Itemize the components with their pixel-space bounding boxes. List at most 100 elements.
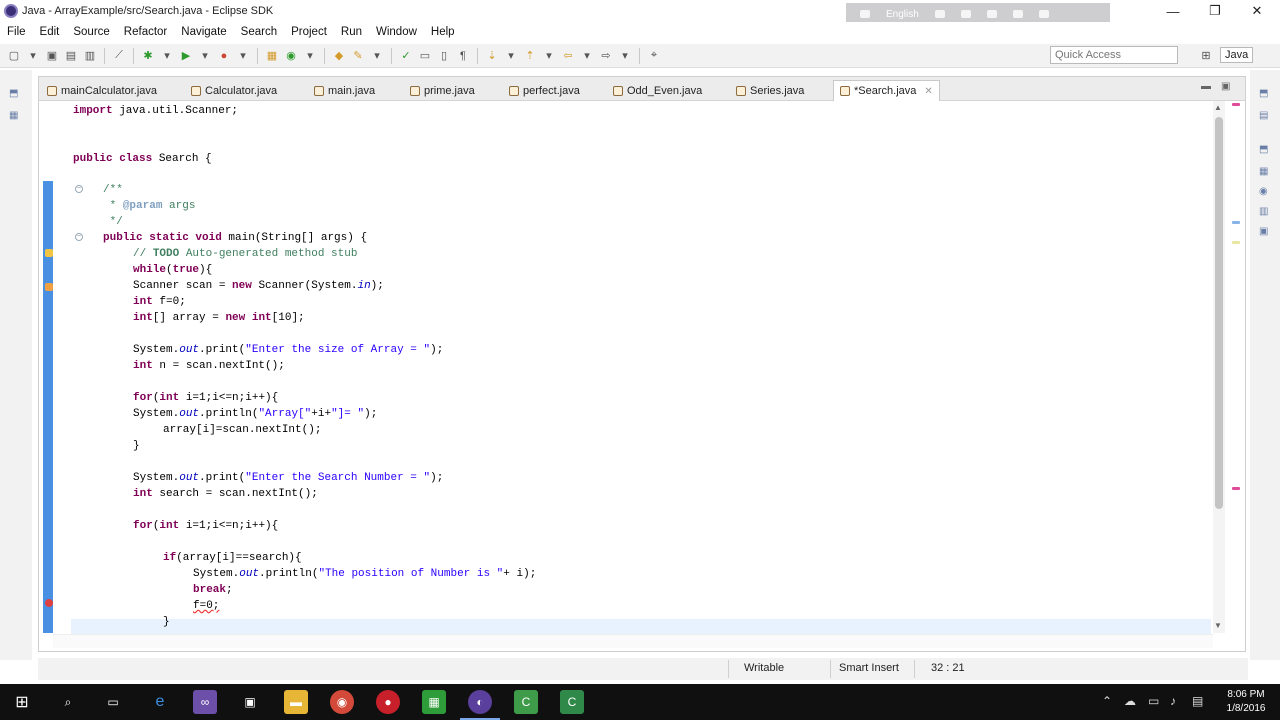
vertical-scrollbar[interactable]: ▲ ▼: [1213, 101, 1225, 633]
edge-icon[interactable]: e: [148, 690, 172, 714]
package-explorer-icon[interactable]: ▦: [9, 110, 21, 121]
fold-collapse-icon[interactable]: −: [75, 233, 83, 241]
tab-prime[interactable]: prime.java: [410, 82, 475, 100]
media-player-icon[interactable]: ●: [376, 690, 400, 714]
new-class-icon[interactable]: ◉: [283, 48, 299, 64]
menu-edit[interactable]: Edit: [33, 26, 67, 38]
fold-collapse-icon[interactable]: −: [75, 185, 83, 193]
search-icon[interactable]: ⌕: [56, 690, 80, 714]
horizontal-scrollbar[interactable]: [53, 634, 1213, 648]
restore-icon[interactable]: ⬒: [1259, 88, 1271, 99]
dropdown-icon[interactable]: ▾: [302, 48, 318, 64]
outline-icon[interactable]: ▦: [1259, 166, 1271, 177]
overview-marker[interactable]: [1232, 241, 1240, 244]
open-perspective-icon[interactable]: ⊞: [1198, 47, 1214, 63]
minimize-button[interactable]: —: [1150, 0, 1196, 22]
recorder-icon[interactable]: C: [560, 690, 584, 714]
store-icon[interactable]: ▣: [238, 690, 262, 714]
console-icon[interactable]: ▣: [1259, 226, 1271, 237]
menu-source[interactable]: Source: [66, 26, 116, 38]
camtasia-icon[interactable]: C: [514, 690, 538, 714]
debug-icon[interactable]: ✱: [140, 48, 156, 64]
dropdown-icon[interactable]: ▾: [235, 48, 251, 64]
menu-window[interactable]: Window: [369, 26, 424, 38]
print-icon[interactable]: ▥: [82, 48, 98, 64]
annotation-icon[interactable]: ▭: [417, 48, 433, 64]
forward-icon[interactable]: ⇨: [598, 48, 614, 64]
visual-studio-icon[interactable]: ∞: [193, 690, 217, 714]
search-tool-icon[interactable]: ✎: [350, 48, 366, 64]
code-area[interactable]: − − import java.util.Scanner; public cla…: [53, 101, 1213, 635]
overview-marker[interactable]: [1232, 221, 1240, 224]
quick-access-input[interactable]: Quick Access: [1050, 46, 1178, 64]
close-tab-icon[interactable]: ✕: [924, 86, 932, 97]
maximize-button[interactable]: ❐: [1192, 0, 1238, 22]
close-window-button[interactable]: ✕: [1234, 0, 1280, 22]
dropdown-icon[interactable]: ▾: [159, 48, 175, 64]
scroll-down-icon[interactable]: ▼: [1214, 621, 1222, 630]
warning-marker-icon[interactable]: [45, 283, 53, 291]
next-annotation-icon[interactable]: ⇣: [484, 48, 500, 64]
warning-marker-icon[interactable]: [45, 249, 53, 257]
back-icon[interactable]: ⇦: [560, 48, 576, 64]
task-view-icon[interactable]: ▭: [101, 690, 125, 714]
menu-search[interactable]: Search: [234, 26, 284, 38]
maximize-editor-icon[interactable]: ▣: [1221, 81, 1230, 92]
dropdown-icon[interactable]: ▾: [503, 48, 519, 64]
error-overview-marker[interactable]: [1232, 103, 1240, 106]
dropdown-icon[interactable]: ▾: [617, 48, 633, 64]
system-clock[interactable]: 8:06 PM 1/8/2016: [1218, 688, 1274, 716]
restore-icon[interactable]: ⬒: [1259, 144, 1271, 155]
error-marker-icon[interactable]: [45, 599, 53, 607]
dropdown-icon[interactable]: ▾: [579, 48, 595, 64]
menu-run[interactable]: Run: [334, 26, 369, 38]
dropdown-icon[interactable]: ▾: [197, 48, 213, 64]
scrollbar-thumb[interactable]: [1215, 117, 1223, 509]
javadoc-icon[interactable]: ▥: [1259, 206, 1271, 217]
run-icon[interactable]: ▶: [178, 48, 194, 64]
problems-icon[interactable]: ◉: [1259, 186, 1271, 197]
skip-breakpoints-icon[interactable]: ⟋: [111, 48, 127, 64]
save-all-icon[interactable]: ▤: [63, 48, 79, 64]
menu-help[interactable]: Help: [424, 26, 462, 38]
error-overview-marker[interactable]: [1232, 487, 1240, 490]
network-icon[interactable]: ☁: [1124, 694, 1136, 708]
tab-perfect[interactable]: perfect.java: [509, 82, 580, 100]
save-icon[interactable]: ▣: [44, 48, 60, 64]
pin-editor-icon[interactable]: ⌖: [646, 48, 662, 64]
message-icon[interactable]: ▭: [1148, 694, 1159, 708]
new-icon[interactable]: ▢: [6, 48, 22, 64]
toggle-mark-icon[interactable]: ✓: [398, 48, 414, 64]
tab-calculator[interactable]: Calculator.java: [191, 82, 277, 100]
scroll-up-icon[interactable]: ▲: [1214, 103, 1222, 112]
tab-main[interactable]: main.java: [314, 82, 375, 100]
dropdown-icon[interactable]: ▾: [25, 48, 41, 64]
menu-project[interactable]: Project: [284, 26, 334, 38]
chrome-icon[interactable]: ◉: [330, 690, 354, 714]
tab-search[interactable]: *Search.java ✕: [833, 80, 940, 101]
volume-icon[interactable]: ♪: [1170, 694, 1176, 708]
dropdown-icon[interactable]: ▾: [541, 48, 557, 64]
new-java-project-icon[interactable]: ▦: [264, 48, 280, 64]
minimize-editor-icon[interactable]: ▬: [1201, 81, 1211, 92]
eclipse-taskbar-icon[interactable]: ◐: [460, 690, 500, 720]
block-select-icon[interactable]: ▯: [436, 48, 452, 64]
tab-series[interactable]: Series.java: [736, 82, 804, 100]
tab-odd-even[interactable]: Odd_Even.java: [613, 82, 702, 100]
menu-file[interactable]: File: [0, 26, 33, 38]
keyboard-icon[interactable]: ▤: [1192, 694, 1203, 708]
start-icon[interactable]: ⊞: [10, 690, 34, 714]
show-whitespace-icon[interactable]: ¶: [455, 48, 471, 64]
tab-maincalculator[interactable]: mainCalculator.java: [47, 82, 157, 100]
dropdown-icon[interactable]: ▾: [369, 48, 385, 64]
external-tools-icon[interactable]: ●: [216, 48, 232, 64]
restore-icon[interactable]: ⬒: [9, 88, 21, 99]
apps-icon[interactable]: ▦: [422, 690, 446, 714]
task-list-icon[interactable]: ▤: [1259, 110, 1271, 121]
file-explorer-icon[interactable]: ▬: [284, 690, 308, 714]
tray-chevron-icon[interactable]: ⌃: [1102, 694, 1112, 708]
menu-navigate[interactable]: Navigate: [174, 26, 233, 38]
prev-annotation-icon[interactable]: ⇡: [522, 48, 538, 64]
open-type-icon[interactable]: ◆: [331, 48, 347, 64]
menu-refactor[interactable]: Refactor: [117, 26, 174, 38]
